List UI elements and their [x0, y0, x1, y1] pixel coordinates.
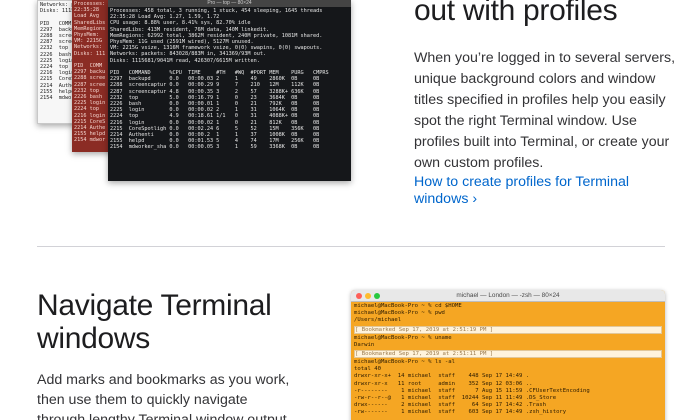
terminal-line: -r-------- 1 michael staff 7 Aug 15 11:5… [354, 387, 590, 394]
terminal-line: -rw-r--r--@ 1 michael staff 10244 Sep 11… [354, 395, 557, 402]
orange-terminal-output: michael@MacBook-Pro ~ % cd $HOME michael@… [351, 302, 665, 418]
terminal-line: michael@MacBook-Pro ~ % uname [354, 334, 452, 341]
orange-terminal-window: michael — London — -zsh — 80×24 michael@… [351, 290, 665, 420]
dark-terminal-output: Processes: 458 total, 3 running, 1 stuck… [108, 7, 351, 152]
terminal-line: michael@MacBook-Pro ~ % ls -al [354, 359, 456, 366]
terminal-line: 2287 screencaptur 4.8 00:00.35 3 2 57 32… [110, 88, 320, 95]
terminal-line: /Users/michael [354, 317, 402, 324]
profiles-heading: out with profiles [414, 0, 618, 27]
terminal-line: 2288 screencaptur 0.0 00:00.29 9 7 210 1… [110, 82, 320, 89]
terminal-line: 2224 top 4.9 00:18.61 1/1 0 31 4088K+ 0B… [110, 113, 320, 120]
profiles-terminal-illustration: Networks: pac Disks: 1115 PID COMM 2297 ba… [0, 0, 360, 190]
orange-terminal-titlebar: michael — London — -zsh — 80×24 [351, 290, 665, 302]
terminal-line: drwxr-xr-x+ 14 michael staff 448 Sep 17 … [354, 373, 530, 380]
terminal-line: -rw------- 1 michael staff 603 Sep 17 14… [354, 409, 567, 416]
profiles-description: When you’re logged in to several servers… [414, 50, 676, 171]
create-profiles-link[interactable]: How to create profiles for Terminal wind… [414, 174, 664, 208]
bookmark-line: [ Bookmarked Sep 17, 2019 at 2:51:11 PM … [354, 350, 662, 359]
terminal-line: drwxr-xr-x 11 root admin 352 Sep 12 03:0… [354, 380, 533, 387]
terminal-line: drwx------ 2 michael staff 64 Sep 17 14:… [354, 402, 546, 409]
terminal-line: michael@MacBook-Pro ~ % pwd [354, 310, 445, 317]
dark-terminal-window: Pro — top — 80×24 Processes: 458 total, … [108, 0, 351, 181]
terminal-line: total 40 [354, 366, 381, 373]
terminal-line: 2216 login 0.0 00:00.02 1 0 21 812K 0B 0… [110, 119, 320, 126]
navigate-description: Add marks and bookmarks as you work, the… [37, 372, 291, 420]
dark-terminal-title: Pro — top — 80×24 [108, 0, 351, 7]
navigate-heading: Navigate Terminal windows [37, 289, 272, 355]
bookmark-line: [ Bookmarked Sep 17, 2019 at 2:51:19 PM … [354, 325, 662, 334]
orange-terminal-title: michael — London — -zsh — 80×24 [456, 292, 560, 299]
terminal-line: michael@MacBook-Pro ~ % cd $HOME [354, 303, 462, 309]
terminal-line: 2154 mdworker_sha 0.0 00:00.05 3 1 59 33… [110, 144, 320, 151]
terminal-line: Darwin [354, 341, 375, 348]
section-divider [37, 246, 665, 247]
